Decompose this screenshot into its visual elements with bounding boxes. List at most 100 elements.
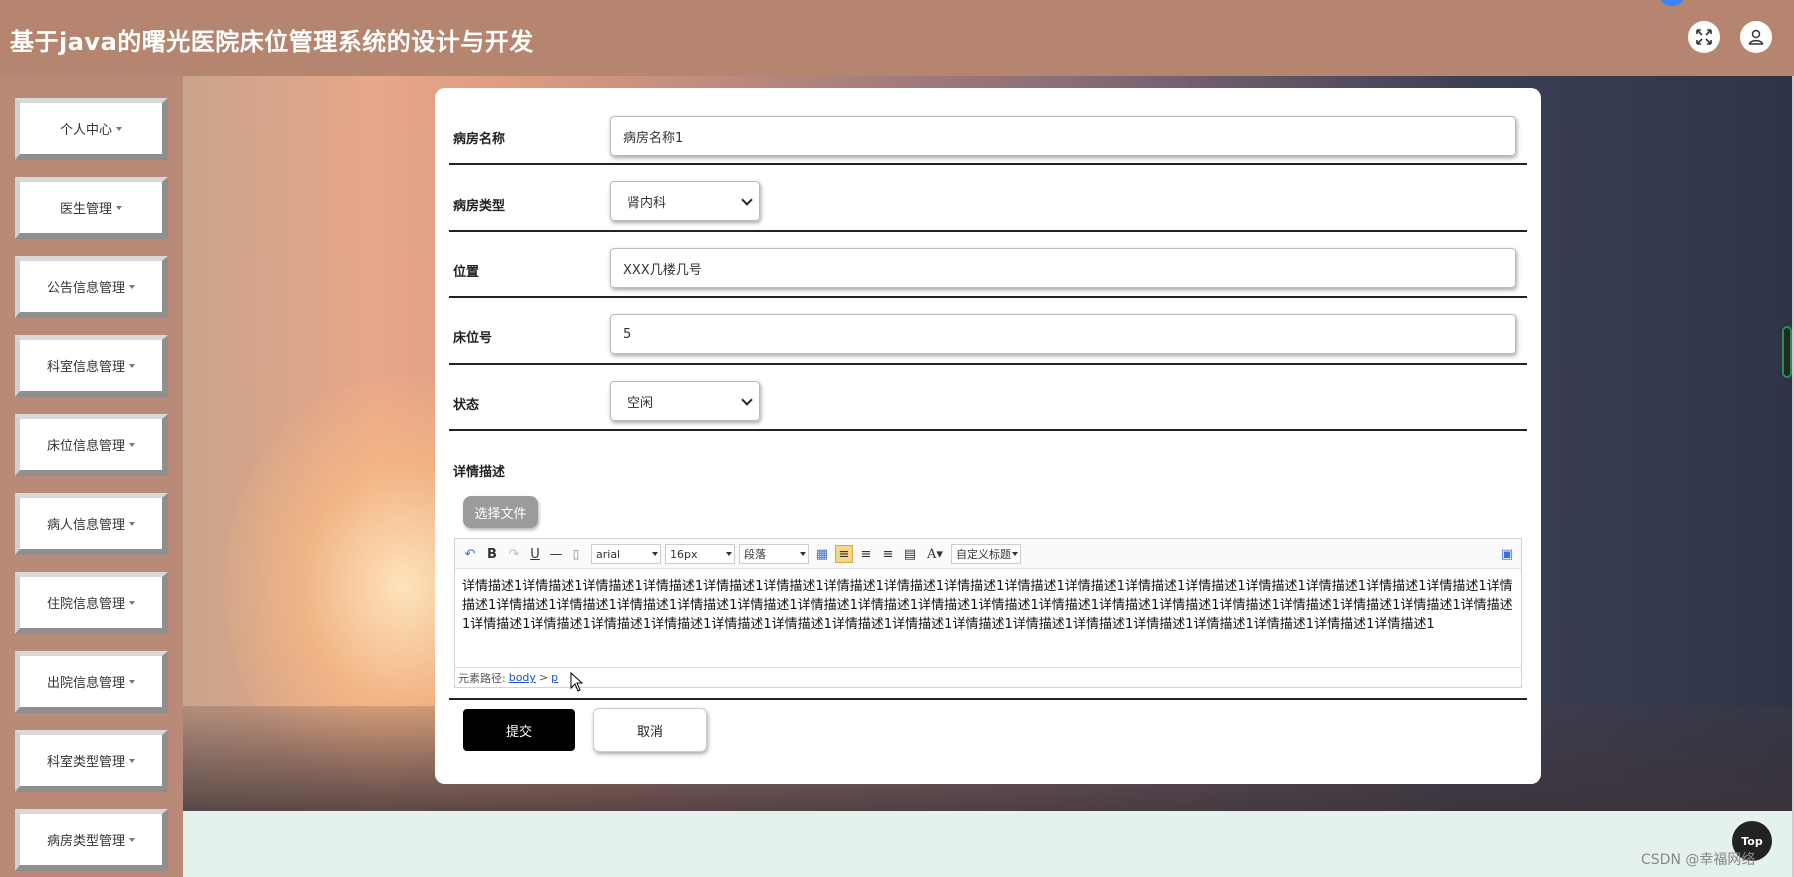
path-p-link[interactable]: p (551, 671, 558, 684)
location-input[interactable]: XXX几楼几号 (610, 248, 1516, 288)
path-body-link[interactable]: body (509, 671, 536, 684)
rich-text-editor: ↶ B ↷ U — ▯ arial 16px 段落 ▦ ≡ ≡ ≡ ▤ A▾ 自… (454, 538, 1522, 688)
sidebar-item-label: 病人信息管理 (46, 518, 125, 533)
sidebar-item-ward-type[interactable]: 病房类型管理 (15, 809, 168, 871)
form-row-ward-type: 病房类型 肾内科 (449, 165, 1527, 232)
sidebar-item-label: 出院信息管理 (46, 676, 125, 691)
form-row-status: 状态 空闲 (449, 365, 1527, 431)
underline-icon[interactable]: U (528, 545, 542, 563)
bed-number-input[interactable]: 5 (610, 314, 1516, 354)
sidebar-item-label: 科室类型管理 (46, 755, 125, 770)
app-title: 基于java的曙光医院床位管理系统的设计与开发 (10, 28, 534, 56)
align-justify-icon[interactable]: ▤ (903, 545, 917, 563)
source-code-icon[interactable]: ▣ (1500, 545, 1514, 563)
status-select[interactable]: 空闲 (610, 381, 760, 421)
caret-down-icon (129, 284, 135, 289)
caret-down-icon (129, 363, 135, 368)
custom-title-value: 自定义标题 (956, 548, 1011, 561)
mouse-cursor-icon (570, 672, 584, 692)
sidebar-item-patient-info[interactable]: 病人信息管理 (15, 493, 168, 555)
undo-icon[interactable]: ↶ (463, 545, 477, 563)
sidebar-item-department-type[interactable]: 科室类型管理 (15, 730, 168, 792)
path-separator: > (538, 671, 549, 684)
align-left-icon[interactable]: ≡ (835, 545, 853, 563)
table-icon[interactable]: ▦ (815, 545, 829, 563)
dropdown-arrow-icon (800, 552, 806, 556)
form-row-bed-number: 床位号 5 (449, 298, 1527, 365)
sidebar-item-personal-center[interactable]: 个人中心 (15, 98, 168, 160)
ward-type-select[interactable]: 肾内科 (610, 181, 760, 221)
ward-form-card: 病房名称 病房名称1 病房类型 肾内科 位置 XXX几楼几号 床位号 5 状态 … (435, 88, 1541, 784)
font-size-value: 16px (670, 547, 698, 561)
caret-down-icon (116, 205, 122, 210)
bed-number-label: 床位号 (453, 331, 493, 346)
chevron-down-icon (741, 194, 753, 206)
choose-file-button[interactable]: 选择文件 (463, 496, 538, 528)
paste-icon[interactable]: ▯ (569, 545, 583, 563)
font-size-select[interactable]: 16px (665, 544, 735, 564)
user-button[interactable] (1740, 21, 1772, 53)
form-divider (449, 698, 1527, 700)
dropdown-arrow-icon (652, 552, 658, 556)
submit-button[interactable]: 提交 (463, 709, 575, 751)
status-label: 状态 (453, 398, 480, 413)
sidebar-item-department-info[interactable]: 科室信息管理 (15, 335, 168, 397)
element-path-bar: 元素路径: body > p (455, 667, 1521, 687)
editor-content[interactable]: 详情描述1详情描述1详情描述1详情描述1详情描述1详情描述1详情描述1详情描述1… (462, 577, 1516, 634)
form-row-location: 位置 XXX几楼几号 (449, 232, 1527, 298)
element-path-label: 元素路径: (458, 671, 506, 685)
dropdown-arrow-icon (1012, 552, 1018, 556)
ward-type-label: 病房类型 (453, 199, 506, 214)
paragraph-value: 段落 (744, 548, 766, 561)
footer-strip (183, 811, 1792, 877)
status-value: 空闲 (627, 395, 654, 411)
caret-down-icon (129, 758, 135, 763)
sidebar-item-bed-info[interactable]: 床位信息管理 (15, 414, 168, 476)
sidebar-item-notice-management[interactable]: 公告信息管理 (15, 256, 168, 318)
ward-name-label: 病房名称 (453, 132, 506, 147)
sidebar-item-admission-info[interactable]: 住院信息管理 (15, 572, 168, 634)
caret-down-icon (129, 837, 135, 842)
bold-icon[interactable]: B (485, 545, 499, 563)
align-center-icon[interactable]: ≡ (881, 545, 895, 563)
caret-down-icon (129, 442, 135, 447)
ward-type-value: 肾内科 (627, 195, 667, 211)
sidebar-item-label: 病房类型管理 (46, 834, 125, 849)
font-color-icon[interactable]: A▾ (925, 545, 945, 563)
chevron-down-icon (741, 394, 753, 406)
sidebar-item-label: 科室信息管理 (46, 360, 125, 375)
horizontal-rule-icon[interactable]: — (549, 545, 563, 563)
cancel-button[interactable]: 取消 (593, 708, 707, 752)
location-label: 位置 (453, 265, 480, 280)
details-label: 详情描述 (453, 465, 506, 480)
notification-dot (1660, 0, 1684, 6)
editor-toolbar: ↶ B ↷ U — ▯ arial 16px 段落 ▦ ≡ ≡ ≡ ▤ A▾ 自… (455, 539, 1521, 569)
sidebar-item-label: 个人中心 (59, 123, 112, 138)
caret-down-icon (129, 521, 135, 526)
sidebar-item-label: 医生管理 (59, 202, 112, 217)
custom-title-select[interactable]: 自定义标题 (951, 544, 1021, 564)
dropdown-arrow-icon (726, 552, 732, 556)
form-row-ward-name: 病房名称 病房名称1 (449, 88, 1527, 165)
caret-down-icon (129, 679, 135, 684)
sidebar: 个人中心 医生管理 公告信息管理 科室信息管理 床位信息管理 病人信息管理 住院… (0, 76, 183, 877)
sidebar-item-doctor-management[interactable]: 医生管理 (15, 177, 168, 239)
caret-down-icon (116, 126, 122, 131)
fullscreen-button[interactable] (1688, 21, 1720, 53)
redo-icon[interactable]: ↷ (507, 545, 521, 563)
sidebar-item-label: 住院信息管理 (46, 597, 125, 612)
fullscreen-icon (1696, 29, 1712, 45)
caret-down-icon (129, 600, 135, 605)
watermark: CSDN @幸福网络 (1641, 852, 1756, 868)
font-family-select[interactable]: arial (591, 544, 661, 564)
app-header: 基于java的曙光医院床位管理系统的设计与开发 (0, 0, 1794, 76)
user-icon (1748, 29, 1764, 45)
ward-name-input[interactable]: 病房名称1 (610, 116, 1516, 156)
font-family-value: arial (596, 547, 621, 561)
sidebar-item-label: 床位信息管理 (46, 439, 125, 454)
paragraph-select[interactable]: 段落 (739, 544, 809, 564)
sidebar-item-label: 公告信息管理 (46, 281, 125, 296)
align-right-icon[interactable]: ≡ (859, 545, 873, 563)
scrollbar-thumb[interactable] (1782, 326, 1792, 378)
sidebar-item-discharge-info[interactable]: 出院信息管理 (15, 651, 168, 713)
